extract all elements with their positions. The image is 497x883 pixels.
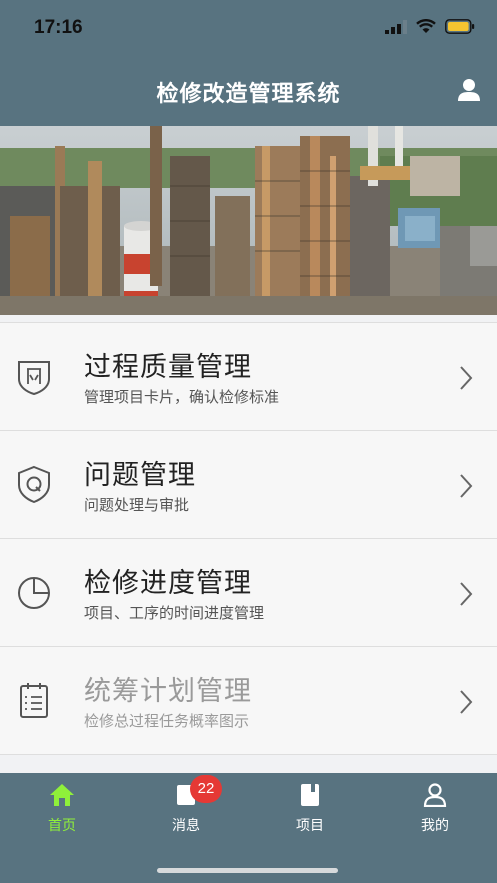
menu-item-subtitle: 问题处理与审批 <box>84 496 190 514</box>
wifi-icon <box>416 19 436 33</box>
menu-item-issue-management[interactable]: 问题管理 问题处理与审批 <box>0 431 497 539</box>
page-title: 检修改造管理系统 <box>156 82 341 107</box>
tab-profile[interactable]: 我的 <box>373 783 497 835</box>
chevron-right-icon <box>460 690 473 714</box>
menu-item-title: 过程质量管理 <box>84 352 252 383</box>
unread-badge: 22 <box>190 775 222 803</box>
menu-item-subtitle: 项目、工序的时间进度管理 <box>84 604 265 622</box>
shield-quality-icon <box>18 361 50 395</box>
clipboard-list-icon <box>20 683 48 718</box>
menu-item-subtitle: 管理项目卡片，确认检修标准 <box>84 388 280 406</box>
header-bar: 检修改造管理系统 <box>0 58 497 126</box>
status-time: 17:16 <box>34 17 83 38</box>
menu-list: 过程质量管理 管理项目卡片，确认检修标准 问题管理 问题处理与审批 检修进度管理… <box>0 322 497 755</box>
signal-icon <box>385 19 407 34</box>
status-bar: 17:16 <box>0 0 497 58</box>
status-icons <box>385 19 475 34</box>
tab-label: 首页 <box>48 818 76 834</box>
tab-label: 项目 <box>296 818 324 834</box>
home-indicator[interactable] <box>157 868 338 873</box>
tab-home[interactable]: 首页 <box>0 783 124 835</box>
menu-item-subtitle: 检修总过程任务概率图示 <box>84 712 250 730</box>
banner-image <box>0 126 497 315</box>
menu-item-plan-management[interactable]: 统筹计划管理 检修总过程任务概率图示 <box>0 647 497 755</box>
book-icon <box>301 784 319 806</box>
chevron-right-icon <box>460 366 473 390</box>
menu-item-process-quality[interactable]: 过程质量管理 管理项目卡片，确认检修标准 <box>0 322 497 431</box>
menu-item-progress-management[interactable]: 检修进度管理 项目、工序的时间进度管理 <box>0 539 497 647</box>
home-icon <box>50 784 74 806</box>
menu-item-title: 统筹计划管理 <box>84 676 252 707</box>
user-icon[interactable] <box>457 78 481 102</box>
battery-icon <box>445 19 475 34</box>
tab-projects[interactable]: 项目 <box>248 783 372 835</box>
chevron-right-icon <box>460 582 473 606</box>
tab-messages[interactable]: 22 消息 <box>124 775 248 835</box>
bottom-tab-bar: 首页 22 消息 项目 我的 <box>0 773 497 883</box>
tab-label: 我的 <box>421 818 449 834</box>
chevron-right-icon <box>460 474 473 498</box>
tab-label: 消息 <box>172 818 200 834</box>
profile-icon <box>423 783 447 808</box>
menu-item-title: 问题管理 <box>84 460 196 491</box>
shield-q-icon <box>18 465 50 503</box>
menu-item-title: 检修进度管理 <box>84 568 252 599</box>
pie-chart-icon <box>18 577 50 609</box>
